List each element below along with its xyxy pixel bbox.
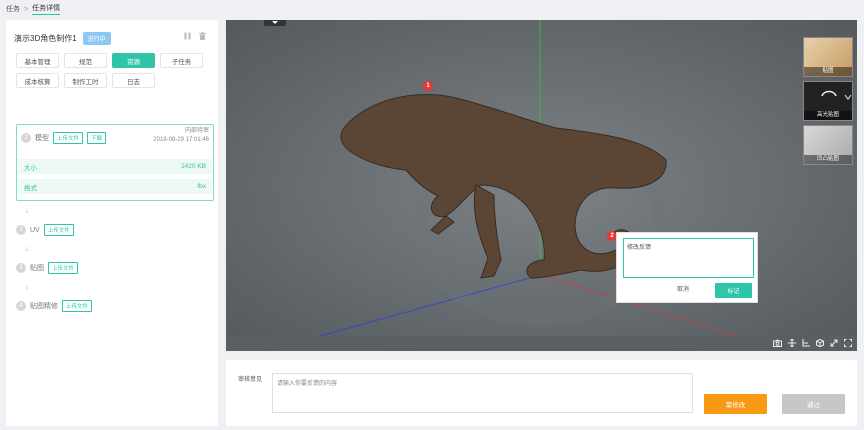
detail-row-size: 大小 2420 KB [18, 159, 212, 174]
breadcrumb-separator: > [24, 5, 29, 13]
task-panel: 演示3D角色制作1 进行中 基本管理 规范 资源 子任务 成本核算 制作工时 日… [6, 20, 218, 426]
detail-key: 格式 [24, 184, 37, 192]
breadcrumb-root[interactable]: 任务 [6, 4, 20, 14]
annotation-marker-1[interactable]: 1 [423, 81, 433, 91]
task-tabs: 基本管理 规范 资源 子任务 成本核算 制作工时 日志 [16, 53, 203, 88]
review-status: 内部待审 [184, 128, 209, 134]
detail-key: 大小 [24, 164, 37, 172]
breadcrumb: 任务 > 任务详情 [6, 3, 61, 15]
step-texture-refine[interactable]: 4 贴图精修 上传文件 [16, 297, 214, 315]
chevron-down-icon [821, 90, 852, 100]
expand-icon[interactable] [830, 339, 838, 349]
cancel-button[interactable]: 取消 [677, 284, 689, 293]
cube-icon[interactable] [816, 338, 824, 349]
detail-value: 2420 KB [181, 163, 206, 170]
tab-hours[interactable]: 制作工时 [64, 73, 107, 88]
step-label: 模型 [35, 135, 49, 142]
move-icon[interactable] [788, 338, 796, 349]
mark-button[interactable]: 标记 [715, 283, 752, 298]
arrow-down-icon: ⇣ [24, 246, 30, 253]
upload-button[interactable]: 上传文件 [43, 224, 74, 236]
fullscreen-icon[interactable] [844, 339, 852, 349]
thumbnail-label: 凹凸贴图 [804, 155, 852, 164]
upload-button[interactable]: 上传文件 [53, 132, 84, 144]
breadcrumb-current: 任务详情 [32, 3, 61, 15]
collapse-handle[interactable] [264, 20, 286, 26]
needs-modification-button[interactable]: 需修改 [704, 394, 767, 414]
thumbnail-label: 贴图 [804, 67, 852, 76]
tab-cost[interactable]: 成本核算 [16, 73, 59, 88]
upload-time: 2019-08-29 17:01:46 [153, 137, 209, 143]
thumbnail-label: 高光贴图 [804, 111, 852, 120]
arrow-down-icon: ⇣ [24, 208, 30, 215]
detail-row-format: 格式 fbx [18, 179, 212, 194]
step-uv[interactable]: 2 UV 上传文件 [16, 221, 214, 239]
detail-value: fbx [197, 183, 206, 190]
arrow-down-icon: ⇣ [24, 284, 30, 291]
tab-spec[interactable]: 规范 [64, 53, 107, 68]
tab-log[interactable]: 日志 [112, 73, 155, 88]
pause-icon[interactable] [184, 32, 191, 42]
viewer-toolbar [226, 336, 857, 351]
thumbnail-diffuse[interactable]: 贴图 [803, 37, 853, 77]
step-number: 2 [16, 225, 26, 235]
download-button[interactable]: 下载 [87, 132, 107, 144]
tab-basic[interactable]: 基本管理 [16, 53, 59, 68]
upload-button[interactable]: 上传文件 [62, 300, 93, 312]
step-label: UV [30, 226, 40, 234]
tab-resources[interactable]: 资源 [112, 53, 155, 68]
review-label: 审核意见 [238, 377, 263, 383]
review-input[interactable]: 请输入你要反馈的内容 [272, 373, 693, 413]
task-title: 演示3D角色制作1 [14, 34, 77, 43]
resource-steps: 1 模型 上传文件 下载 内部待审 2019-08-29 17:01:46 大小… [16, 124, 214, 315]
step-card-model[interactable]: 1 模型 上传文件 下载 内部待审 2019-08-29 17:01:46 大小… [16, 124, 214, 201]
step-label: 贴图 [30, 265, 44, 272]
upload-button[interactable]: 上传文件 [48, 262, 79, 274]
thumbnail-specular[interactable]: 高光贴图 [803, 81, 853, 121]
status-badge: 进行中 [82, 32, 111, 45]
step-number: 1 [21, 133, 31, 143]
feedback-input[interactable]: 修改反馈 [623, 238, 754, 278]
step-texture[interactable]: 3 贴图 上传文件 [16, 259, 214, 277]
thumbnail-bump[interactable]: 凹凸贴图 [803, 125, 853, 165]
step-number: 3 [16, 263, 26, 273]
tab-subtasks[interactable]: 子任务 [160, 53, 203, 68]
review-panel: 审核意见 请输入你要反馈的内容 需修改 通过 [226, 360, 857, 426]
step-label: 贴图精修 [30, 303, 58, 310]
approve-button[interactable]: 通过 [782, 394, 845, 414]
camera-icon[interactable] [773, 339, 782, 349]
feedback-popup: 修改反馈 取消 标记 [616, 232, 758, 303]
step-number: 4 [16, 301, 26, 311]
trash-icon[interactable] [199, 32, 206, 42]
texture-thumbnails: 贴图 高光贴图 凹凸贴图 [803, 37, 853, 165]
model-viewer[interactable]: 1 2 贴图 高光贴图 凹凸贴图 修改反馈 取消 标记 [226, 20, 857, 351]
viewport-canvas[interactable] [226, 20, 857, 351]
axis-icon[interactable] [802, 339, 810, 349]
